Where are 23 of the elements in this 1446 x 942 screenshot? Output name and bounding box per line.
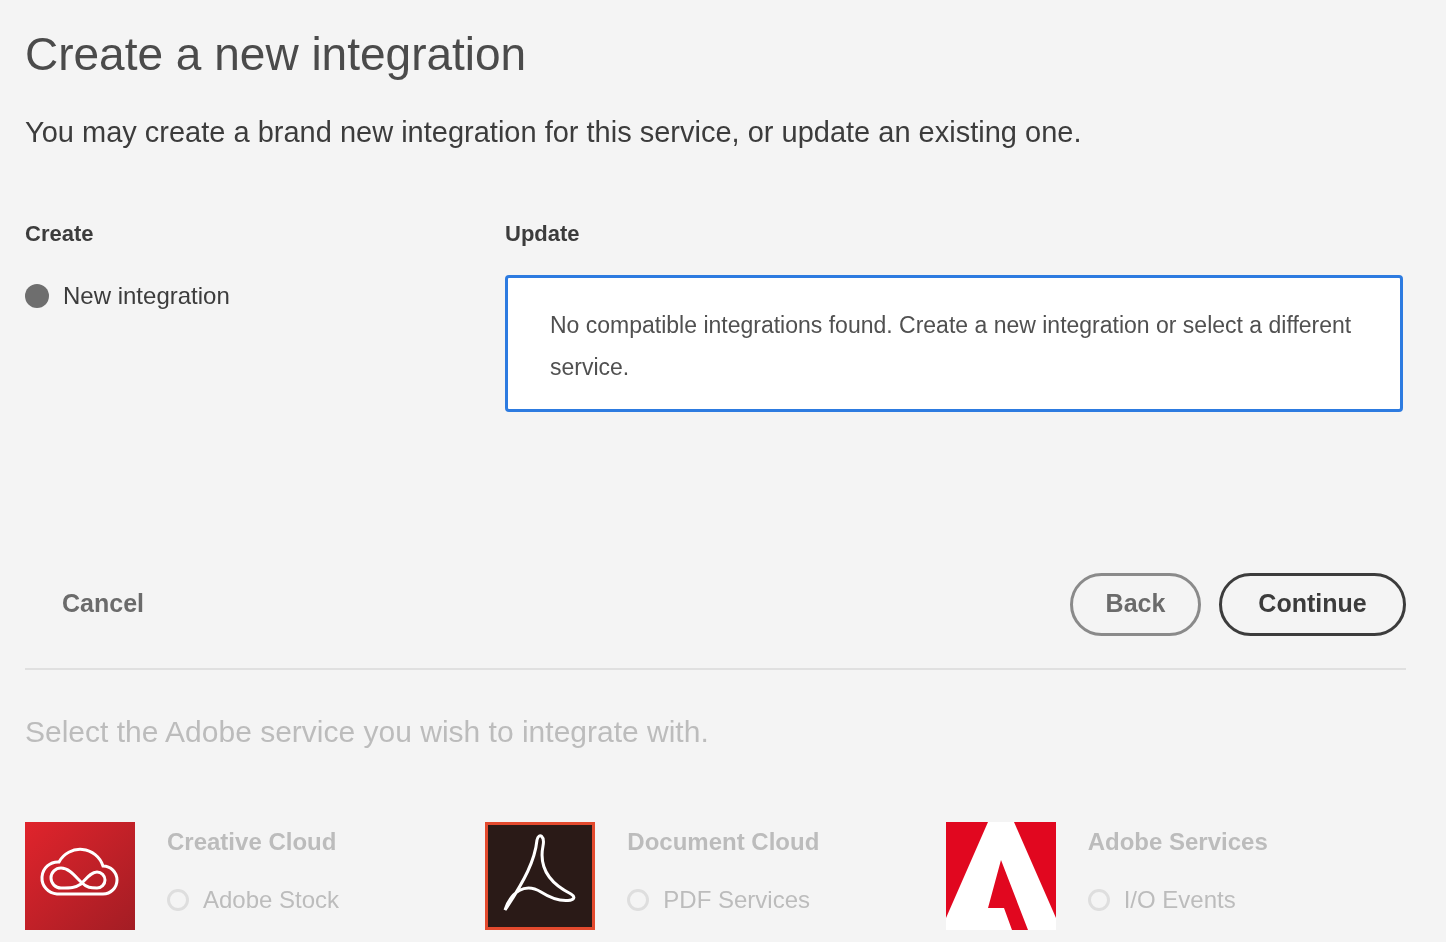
radio-button[interactable] — [25, 284, 49, 308]
creative-cloud-logo-icon — [25, 822, 135, 930]
option-label: PDF Services — [663, 885, 811, 915]
section-heading: Update — [505, 220, 581, 248]
option-label: I/O Events — [1123, 885, 1236, 915]
services-heading: Select the Adobe service you wish to integrate with. — [25, 714, 710, 750]
continue-button[interactable]: Continue — [1219, 572, 1406, 636]
cancel-button[interactable]: Cancel — [62, 585, 144, 623]
service-tile[interactable] — [485, 822, 596, 930]
radio-option[interactable]: New integration — [25, 278, 230, 314]
service-name: Adobe Services — [1087, 827, 1268, 857]
page-title: Create a new integration — [25, 27, 528, 82]
adobe-logo-icon — [945, 822, 1056, 930]
service-name: Creative Cloud — [167, 827, 338, 857]
service-name: Document Cloud — [627, 827, 820, 857]
section-heading: Create — [25, 220, 95, 248]
back-button[interactable]: Back — [1070, 572, 1201, 636]
option-label: Adobe Stock — [203, 885, 340, 915]
page-subtitle: You may create a brand new integration for this service, or update an existing one. — [25, 115, 1083, 150]
message-text: No compatible integrations found. Create a new integration or select a different service. — [550, 311, 1353, 382]
service-tile[interactable] — [25, 822, 135, 930]
service-tile[interactable] — [945, 822, 1056, 930]
option-label: New integration — [63, 281, 230, 311]
